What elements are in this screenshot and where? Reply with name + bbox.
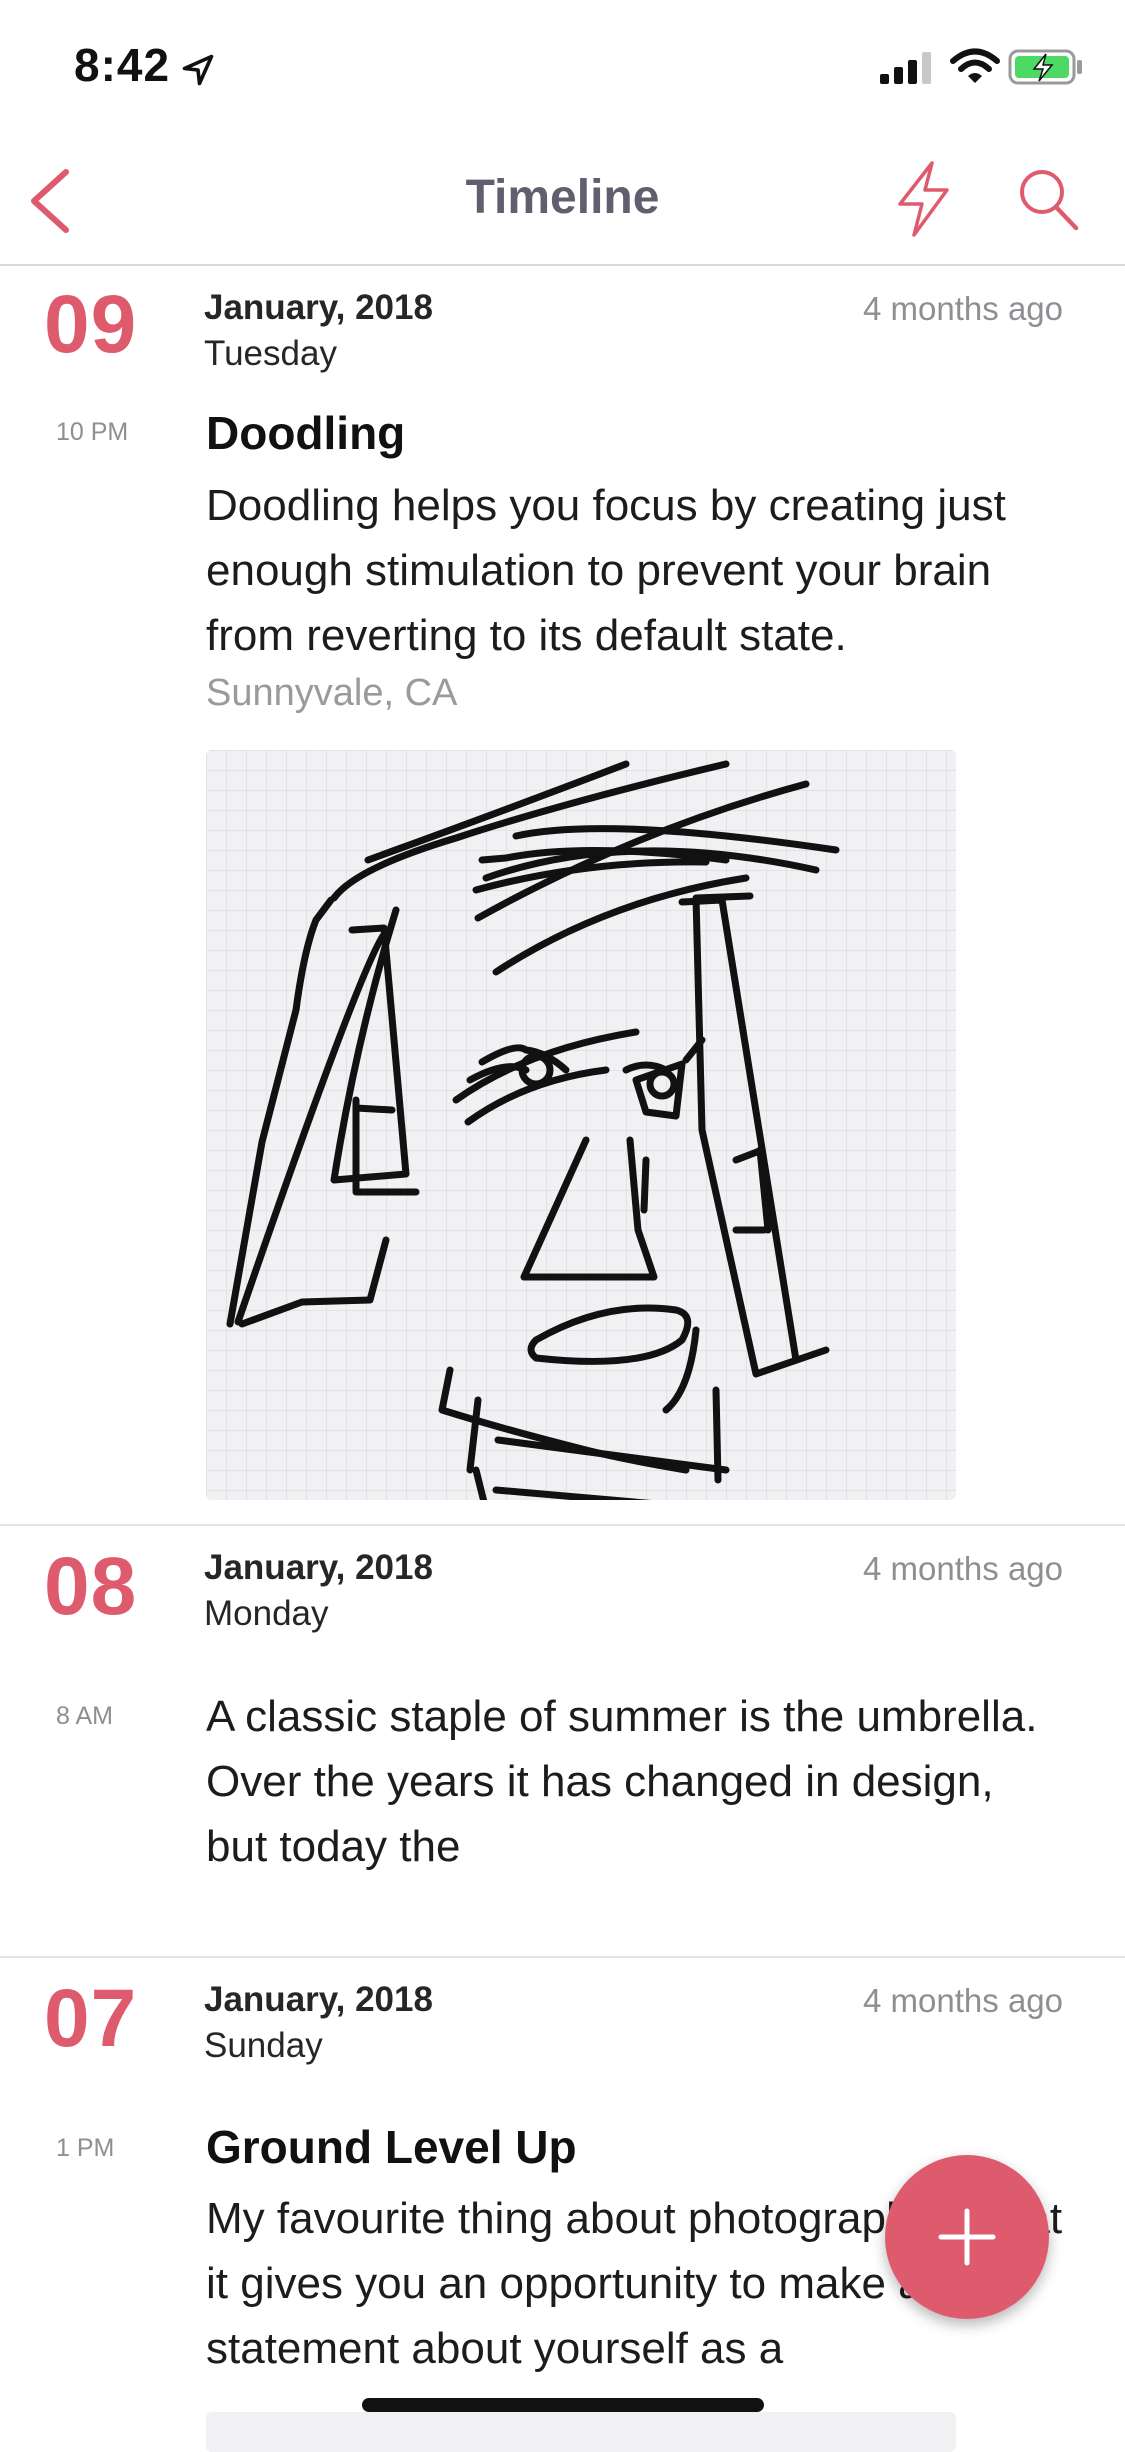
doodle-image[interactable]: [206, 750, 956, 1500]
status-bar: 8:42: [0, 0, 1125, 132]
entry-location: Sunnyvale, CA: [206, 672, 458, 714]
entry-weekday: Sunday: [204, 2026, 323, 2065]
wifi-icon: [950, 48, 1000, 83]
location-arrow-icon: [182, 54, 214, 86]
entry-body: Doodling helps you focus by creating jus…: [206, 481, 1006, 660]
entry-day-number: 07: [44, 1973, 138, 2064]
entry-month-year: January, 2018: [204, 1548, 433, 1587]
entry-time: 10 PM: [56, 418, 129, 446]
entry-relative-time: 4 months ago: [863, 1550, 1063, 1587]
entry-title: Ground Level Up: [206, 2121, 577, 2173]
entry-month-year: January, 2018: [204, 288, 433, 327]
lightning-bolt-icon[interactable]: [892, 160, 954, 238]
nav-bar: Timeline: [0, 132, 1125, 266]
home-indicator[interactable]: [362, 2398, 764, 2412]
cellular-signal-icon: [880, 52, 931, 84]
plus-icon: [938, 2208, 996, 2266]
entry-weekday: Monday: [204, 1594, 329, 1633]
entry-title: Doodling: [206, 407, 406, 459]
status-time: 8:42: [74, 39, 171, 91]
doodle-drawing: [226, 760, 840, 1500]
entry-time: 8 AM: [56, 1702, 113, 1730]
entry-time: 1 PM: [56, 2134, 115, 2162]
add-entry-button[interactable]: [885, 2155, 1049, 2319]
battery-charging-icon: [1008, 49, 1082, 85]
search-icon[interactable]: [1016, 166, 1080, 232]
entry-relative-time: 4 months ago: [863, 1982, 1063, 2019]
entry-month-year: January, 2018: [204, 1980, 433, 2019]
entry-day-number: 08: [44, 1541, 138, 1632]
entry-day-number: 09: [44, 279, 138, 370]
entry-divider: [0, 1956, 1125, 1958]
entry-body: A classic staple of summer is the umbrel…: [206, 1692, 1038, 1871]
page-title: Timeline: [465, 171, 660, 224]
entry-relative-time: 4 months ago: [863, 290, 1063, 327]
entry-divider: [0, 1524, 1125, 1526]
entry-weekday: Tuesday: [204, 334, 337, 373]
entry-image-preview[interactable]: [206, 2412, 956, 2452]
